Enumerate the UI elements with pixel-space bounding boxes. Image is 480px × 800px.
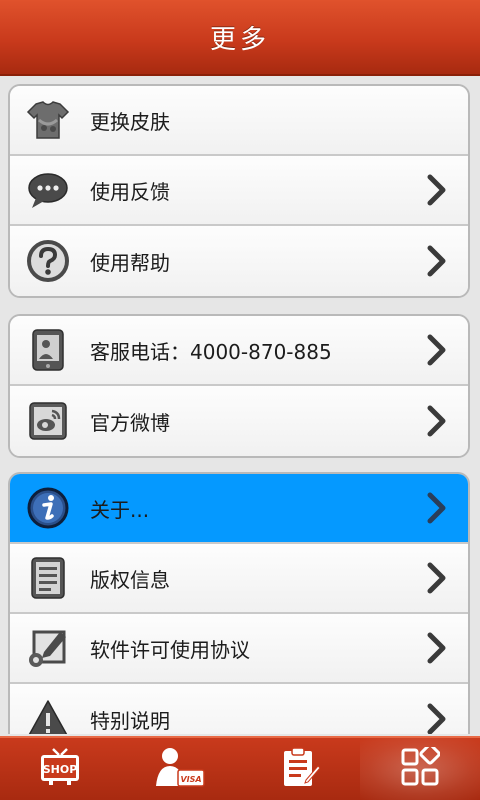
chevron-right-icon	[422, 170, 452, 210]
row-license-agreement[interactable]: 软件许可使用协议	[10, 614, 468, 684]
chevron-right-icon	[422, 558, 452, 598]
tab-bar: SHOP VISA	[0, 736, 480, 800]
row-label: 关于...	[90, 497, 150, 522]
row-feedback[interactable]: 使用反馈	[10, 156, 468, 226]
row-label: 更换皮肤	[90, 109, 170, 134]
row-official-weibo[interactable]: 官方微博	[10, 386, 468, 456]
weibo-icon	[26, 399, 70, 443]
row-label: 使用帮助	[90, 250, 170, 275]
chevron-right-icon	[422, 628, 452, 668]
chevron-right-icon	[422, 401, 452, 441]
tab-more[interactable]	[360, 738, 480, 800]
settings-group-contact: 客服电话：4000-870-885 官方微博	[8, 314, 470, 458]
more-grid-icon	[400, 743, 441, 791]
settings-group-general: 更换皮肤 使用反馈 使用帮助	[8, 84, 470, 298]
document-icon	[26, 556, 70, 600]
chevron-right-icon	[422, 330, 452, 370]
edit-settings-icon	[26, 626, 70, 670]
row-label: 使用反馈	[90, 179, 170, 204]
page-title: 更多	[209, 24, 270, 55]
help-question-icon	[26, 239, 70, 283]
row-change-skin[interactable]: 更换皮肤	[10, 86, 468, 156]
visa-text: VISA	[180, 775, 201, 784]
chevron-right-icon	[422, 699, 452, 734]
row-label: 官方微博	[90, 410, 170, 435]
row-label: 版权信息	[90, 567, 170, 592]
row-label: 客服电话：4000-870-885	[90, 339, 332, 364]
row-label: 特别说明	[90, 708, 170, 733]
info-icon	[26, 486, 70, 530]
header-bar: 更多	[0, 0, 480, 76]
shop-tv-icon: SHOP	[39, 747, 81, 791]
user-card-icon: VISA	[154, 746, 206, 792]
row-about[interactable]: 关于...	[10, 474, 468, 544]
row-customer-service-phone[interactable]: 客服电话：4000-870-885	[10, 316, 468, 386]
chevron-right-icon	[422, 488, 452, 528]
shop-text: SHOP	[43, 763, 78, 776]
chevron-right-icon	[422, 241, 452, 281]
row-copyright[interactable]: 版权信息	[10, 544, 468, 614]
row-help[interactable]: 使用帮助	[10, 226, 468, 296]
tab-account[interactable]: VISA	[120, 738, 240, 800]
row-label: 软件许可使用协议	[90, 637, 250, 662]
warning-icon	[26, 697, 70, 734]
row-special-notes[interactable]: 特别说明	[10, 684, 468, 734]
tab-shop[interactable]: SHOP	[0, 738, 120, 800]
chat-bubble-icon	[26, 168, 70, 212]
settings-group-about: 关于... 版权信息 软件许可使用协议 特别说明	[8, 472, 470, 734]
phone-contact-icon	[26, 328, 70, 372]
tab-orders[interactable]	[240, 738, 360, 800]
tshirt-skin-icon	[26, 98, 70, 142]
clipboard-icon	[280, 746, 321, 792]
settings-list: 更换皮肤 使用反馈 使用帮助 客服电话：4000-870-885 官方微博 关于…	[0, 78, 480, 734]
